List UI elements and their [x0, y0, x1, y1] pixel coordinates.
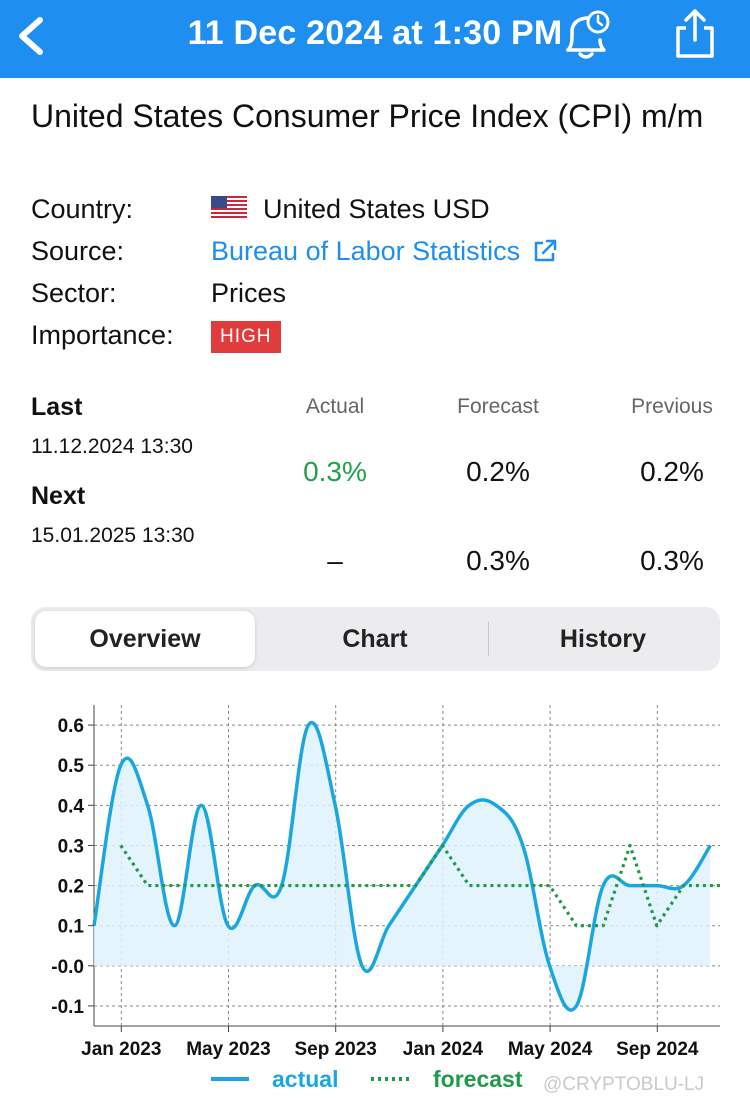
tab-divider: [488, 622, 489, 656]
y-tick-label: -0.0: [51, 957, 84, 978]
y-tick-label: -0.1: [51, 997, 84, 1018]
importance-badge: HIGH: [211, 321, 281, 353]
external-link-icon[interactable]: [532, 238, 558, 264]
last-datetime: 11.12.2024 13:30: [31, 435, 193, 458]
next-forecast-value: 0.3%: [466, 545, 530, 576]
x-tick-label: Sep 2024: [616, 1039, 699, 1060]
cpi-line-chart: 0.6 0.5 0.4 0.3 0.2 0.1 -0.0 -0.1 Jan 2023 May 2…: [51, 705, 720, 1095]
x-tick-label: May 2023: [186, 1039, 271, 1060]
next-label: Next: [31, 482, 86, 510]
y-tick-label: 0.6: [58, 716, 84, 737]
importance-label: Importance:: [31, 320, 174, 350]
top-bar: 11 Dec 2024 at 1:30 PM: [0, 0, 750, 78]
us-flag-icon: [211, 196, 247, 220]
legend-actual-label: actual: [272, 1066, 338, 1092]
event-title: United States Consumer Price Index (CPI)…: [31, 98, 704, 134]
x-axis: Jan 2023 May 2023 Sep 2023 Jan 2024 May 2024…: [81, 1026, 699, 1060]
x-tick-label: May 2024: [508, 1039, 593, 1060]
sector-value: Prices: [211, 278, 287, 308]
source-link[interactable]: Bureau of Labor Statistics: [211, 234, 520, 268]
country-value: United States USD: [263, 194, 490, 224]
bell-alarm-icon[interactable]: [560, 8, 614, 62]
y-tick-label: 0.2: [58, 877, 84, 898]
forecast-header: Forecast: [457, 395, 539, 418]
x-tick-label: Jan 2023: [81, 1039, 161, 1060]
y-axis: 0.6 0.5 0.4 0.3 0.2 0.1 -0.0 -0.1: [51, 716, 94, 1018]
y-tick-label: 0.5: [58, 756, 85, 777]
chart-legend: actual forecast: [211, 1066, 523, 1092]
tab-bar: Overview Chart History: [31, 607, 720, 671]
last-previous-value: 0.2%: [640, 456, 704, 487]
next-actual-value: –: [327, 545, 343, 576]
country-row: Country: United States USD: [31, 192, 721, 226]
y-tick-label: 0.4: [58, 796, 85, 817]
source-label: Source:: [31, 236, 125, 266]
y-tick-label: 0.1: [58, 917, 85, 938]
tab-chart[interactable]: Chart: [265, 607, 485, 671]
source-row: Source: Bureau of Labor Statistics: [31, 234, 721, 268]
watermark: @CRYPTOBLU-LJ: [543, 1074, 704, 1095]
previous-header: Previous: [631, 395, 713, 418]
tab-overview[interactable]: Overview: [35, 607, 255, 671]
next-previous-value: 0.3%: [640, 545, 704, 576]
x-tick-label: Sep 2023: [294, 1039, 376, 1060]
tab-history[interactable]: History: [493, 607, 713, 671]
page-title: 11 Dec 2024 at 1:30 PM: [187, 14, 563, 52]
importance-row: Importance: HIGH: [31, 318, 721, 358]
country-label: Country:: [31, 194, 134, 224]
sector-row: Sector: Prices: [31, 276, 721, 310]
next-datetime: 15.01.2025 13:30: [31, 524, 195, 547]
last-label: Last: [31, 393, 83, 421]
share-icon[interactable]: [670, 6, 720, 62]
last-actual-value: 0.3%: [303, 456, 367, 487]
y-tick-label: 0.3: [58, 836, 84, 857]
last-forecast-value: 0.2%: [466, 456, 530, 487]
actual-header: Actual: [305, 395, 365, 418]
x-tick-label: Jan 2024: [403, 1039, 484, 1060]
actual-series-line: [92, 720, 712, 1012]
legend-forecast-label: forecast: [433, 1066, 523, 1092]
sector-label: Sector:: [31, 278, 117, 308]
